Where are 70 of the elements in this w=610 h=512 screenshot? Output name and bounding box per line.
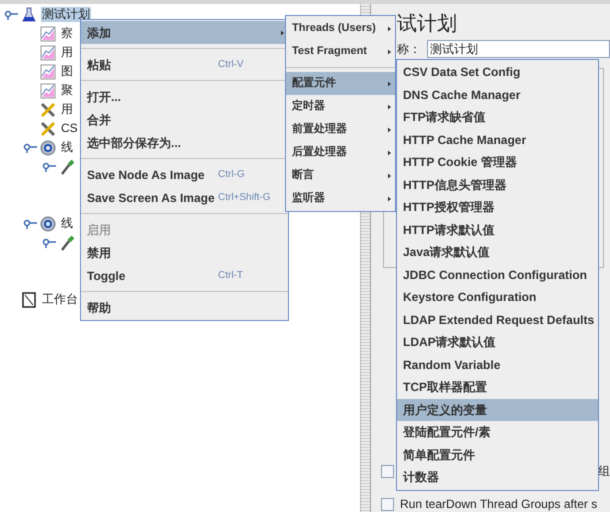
menu-item[interactable]: 监听器	[286, 187, 395, 210]
gear-icon	[40, 140, 56, 156]
tree-item[interactable]: 聚	[60, 83, 74, 98]
menu-item[interactable]: 简单配置元件	[397, 444, 598, 466]
menu-item[interactable]: 断言	[286, 164, 395, 187]
checkbox[interactable]	[381, 464, 394, 478]
name-field[interactable]: 测试计划	[427, 40, 610, 58]
menu-item[interactable]: 禁用	[81, 241, 288, 264]
tree-item[interactable]: 察	[60, 26, 74, 41]
menu-item[interactable]: TCP取样器配置	[397, 376, 598, 398]
expand-handle-icon[interactable]	[42, 238, 56, 248]
flask-icon	[21, 6, 37, 22]
menu-item[interactable]: 合并	[81, 108, 288, 131]
pipette-icon	[59, 158, 75, 174]
tree-item[interactable]: 线	[60, 140, 74, 155]
menu-item[interactable]: HTTP Cookie 管理器	[397, 151, 598, 174]
checkbox-label: Run tearDown Thread Groups after s	[400, 497, 598, 511]
panel-title: 试计划	[397, 12, 458, 36]
menu-item[interactable]: FTP请求缺省值	[397, 106, 598, 128]
menu-item[interactable]: 帮助	[81, 296, 288, 319]
menu-item[interactable]: HTTP请求默认值	[397, 218, 598, 241]
menu-item[interactable]: HTTP授权管理器	[397, 196, 598, 218]
tree-item[interactable]: CS	[60, 121, 79, 136]
menu-item[interactable]: Toggle Ctrl-T	[81, 264, 288, 287]
tree-item[interactable]: 工作台	[41, 292, 79, 307]
menu-item[interactable]: CSV Data Set Config	[397, 61, 598, 84]
menu-item[interactable]: 后置处理器	[286, 141, 395, 164]
menu-item[interactable]: 定时器	[286, 95, 395, 118]
menu-item[interactable]: HTTP Cache Manager	[397, 128, 598, 151]
chart-icon	[40, 26, 56, 42]
menu-item[interactable]: LDAP请求默认值	[397, 331, 598, 354]
menu-item[interactable]: 配置元件	[286, 72, 395, 95]
menu-item[interactable]: Keystore Configuration	[397, 286, 598, 308]
menu-item[interactable]: 添加	[81, 21, 288, 44]
menu-item[interactable]: Test Fragment	[286, 40, 395, 63]
menu-item[interactable]: DNS Cache Manager	[397, 84, 598, 106]
menu-item[interactable]: 用户定义的变量	[397, 398, 598, 421]
menu-item[interactable]: 前置处理器	[286, 118, 395, 141]
tree-item[interactable]: 用	[60, 102, 74, 117]
expand-handle-icon[interactable]	[4, 10, 18, 20]
checkbox[interactable]	[381, 498, 394, 510]
menu-item[interactable]: JDBC Connection Configuration	[397, 264, 598, 286]
tree-item[interactable]: 线	[60, 216, 74, 231]
expand-handle-icon[interactable]	[23, 218, 37, 228]
menu-item[interactable]: 登陆配置元件/素	[397, 421, 598, 444]
menu-item[interactable]: HTTP信息头管理器	[397, 174, 598, 196]
tree-item[interactable]: 测试计划	[41, 7, 91, 22]
menu-item[interactable]: Threads (Users)	[286, 17, 395, 40]
menu-item[interactable]: 打开...	[81, 85, 288, 108]
expand-handle-icon[interactable]	[23, 142, 37, 152]
menu-item[interactable]: Java请求默认值	[397, 241, 598, 264]
expand-handle-icon[interactable]	[42, 162, 56, 172]
menu-item[interactable]: 选中部分保存为...	[81, 131, 288, 154]
chart-icon	[40, 44, 56, 60]
menu-item[interactable]: LDAP Extended Request Defaults	[397, 308, 598, 331]
menu-item[interactable]: Random Variable	[397, 354, 598, 376]
menu-item[interactable]: Save Screen As Image Ctrl+Shift-G	[81, 186, 288, 209]
menu-item[interactable]: 粘贴 Ctrl-V	[81, 53, 288, 76]
chart-icon	[40, 64, 56, 80]
tree-item[interactable]: 用	[60, 45, 74, 60]
menu-item[interactable]: Save Node As Image Ctrl-G	[81, 163, 288, 186]
gear-icon	[40, 216, 56, 232]
menu-item[interactable]: 计数器	[397, 466, 598, 488]
tree-item[interactable]: 图	[60, 64, 74, 79]
tools-icon	[40, 102, 56, 118]
tools-icon	[40, 120, 56, 136]
pipette-icon	[59, 234, 75, 250]
field-label: 称：	[397, 42, 422, 56]
chart-icon	[40, 82, 56, 98]
notebook-icon	[21, 292, 37, 308]
